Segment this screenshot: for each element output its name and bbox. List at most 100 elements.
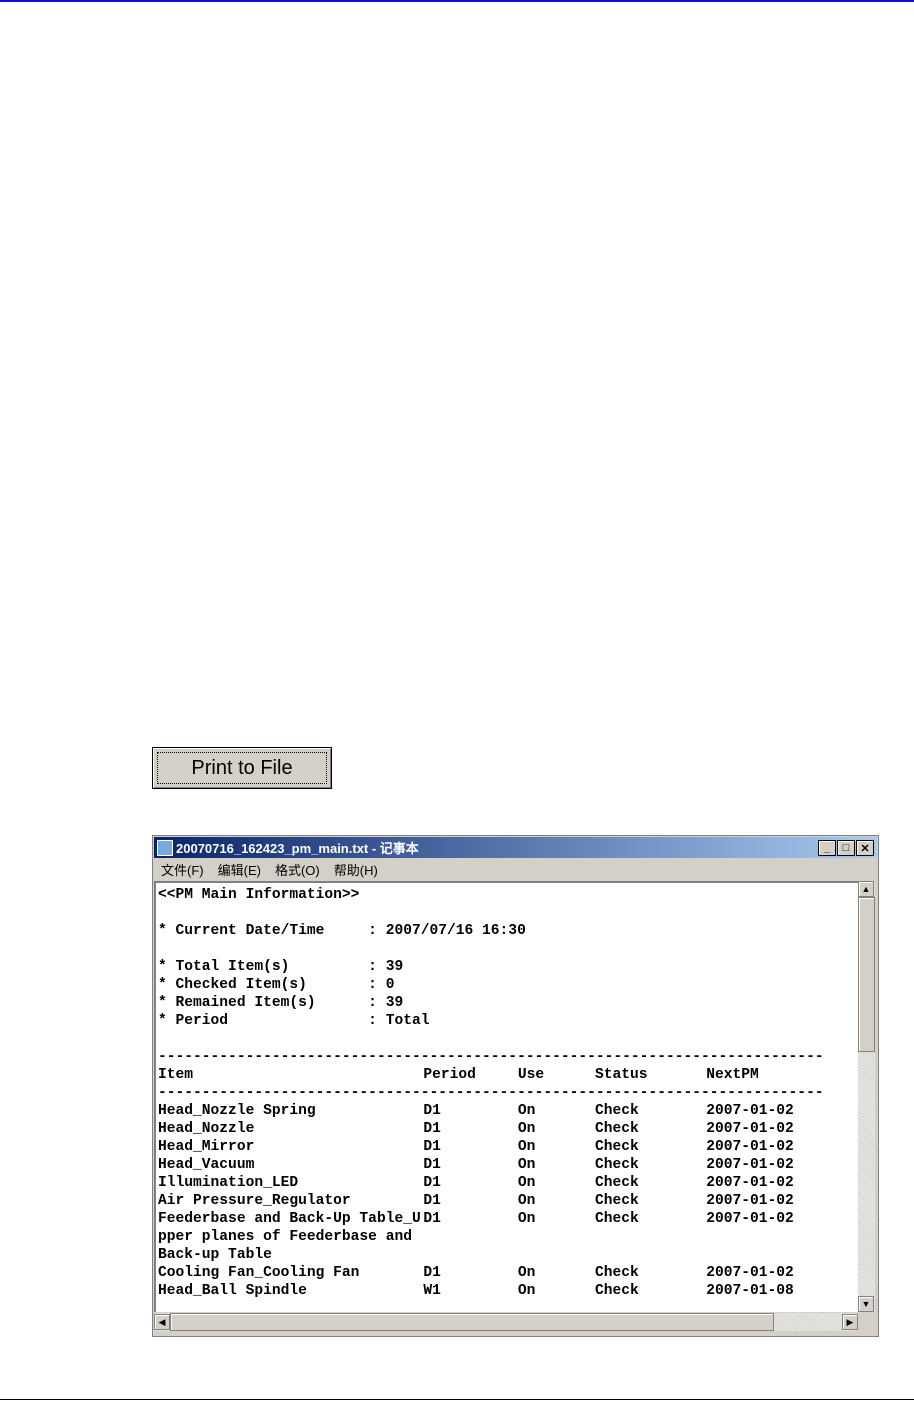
table-row: Cooling Fan_Cooling Fan D1 On Check 2007-01-… <box>158 1264 858 1282</box>
cell: D1 <box>423 1193 441 1209</box>
cell: pper planes of Feederbase and <box>158 1229 412 1245</box>
text-line: * Total Item(s) : 39 <box>158 959 404 975</box>
scroll-left-arrow-icon[interactable]: ◀ <box>154 1314 170 1330</box>
text-line: <<PM Main Information>> <box>158 887 360 903</box>
menu-format[interactable]: 格式(O) <box>275 860 320 879</box>
cell: On <box>517 1157 536 1173</box>
menu-bar: 文件(F) 编辑(E) 格式(O) 帮助(H) <box>154 859 385 880</box>
cell: ​ <box>595 1228 706 1246</box>
text-line: * Period : Total <box>158 1013 430 1029</box>
cell: Item <box>158 1067 194 1083</box>
minimize-button[interactable]: _ <box>818 840 836 856</box>
cell: 2007-01-02 <box>706 1103 794 1119</box>
cell: Status <box>594 1067 648 1083</box>
cell: Check <box>594 1157 639 1173</box>
text-line: ​ <box>158 940 858 958</box>
cell: 2007-01-02 <box>706 1193 794 1209</box>
text-line: * Current Date/Time : 2007/07/16 16:30 <box>158 923 526 939</box>
cell: Check <box>594 1103 639 1119</box>
cell: ​ <box>595 1246 706 1264</box>
text-line: * Remained Item(s) : 39 <box>158 995 404 1011</box>
table-row: Head_VacuumD1OnCheck2007-01-02​ <box>158 1156 858 1174</box>
cell: On <box>517 1211 536 1227</box>
maximize-button[interactable]: □ <box>837 840 855 856</box>
menu-help[interactable]: 帮助(H) <box>334 860 378 879</box>
menu-edit[interactable]: 编辑(E) <box>218 860 261 879</box>
cell: Illumination_LED <box>158 1175 299 1191</box>
cell: 2007-01-02 <box>706 1157 794 1173</box>
cell: 2007-01-02 <box>706 1265 794 1281</box>
title-bar[interactable]: 20070716_162423_pm_main.txt - 记事本 _ □ ✕ <box>154 837 877 858</box>
cell: Feederbase and Back-Up Table_U <box>158 1211 421 1227</box>
cell: On <box>517 1193 536 1209</box>
cell: D1 <box>423 1265 441 1281</box>
table-row: Head_NozzleD1OnCheck2007-01-02​ <box>158 1120 858 1138</box>
print-to-file-button[interactable]: Print to File <box>152 747 332 789</box>
horizontal-scrollbar[interactable]: ◀ ▶ <box>154 1313 858 1331</box>
close-button[interactable]: ✕ <box>856 840 874 856</box>
vertical-scroll-thumb[interactable] <box>858 897 875 1052</box>
cell: Check <box>594 1211 639 1227</box>
cell: On <box>517 1265 536 1281</box>
cell: 2007-01-02 <box>706 1121 794 1137</box>
cell: Air Pressure_Regulator <box>158 1193 351 1209</box>
cell: ​ <box>423 1246 518 1264</box>
table-row: Air Pressure_Regulator D1 On Check 2007-01-0… <box>158 1192 858 1210</box>
cell: Head_Mirror <box>158 1139 255 1155</box>
cell: Head_Vacuum <box>158 1157 255 1173</box>
divider-line: ----------------------------------------… <box>158 1049 824 1065</box>
menu-file[interactable]: 文件(F) <box>161 860 204 879</box>
cell: 2007-01-08 <box>706 1283 794 1299</box>
text-line: ​ <box>158 904 858 922</box>
table-row: Back-up Table​​​​​ <box>158 1246 858 1264</box>
table-row: Illumination_LEDD1OnCheck2007-01-02​ <box>158 1174 858 1192</box>
cell: Head_Nozzle Spring <box>158 1103 316 1119</box>
cell: Check <box>594 1121 639 1137</box>
scroll-up-arrow-icon[interactable]: ▲ <box>858 881 874 897</box>
window-title: 20070716_162423_pm_main.txt - 记事本 <box>176 841 419 856</box>
page-top-rule <box>0 0 914 2</box>
vertical-scrollbar[interactable]: ▲ ▼ <box>858 881 875 1312</box>
cell: W1 <box>423 1283 441 1299</box>
cell: On <box>517 1139 536 1155</box>
cell: On <box>517 1283 536 1299</box>
cell: Head_Ball Spindle <box>158 1283 307 1299</box>
table-row: Head_Nozzle SpringD1OnCheck2007-01-02​ <box>158 1102 858 1120</box>
scroll-right-arrow-icon[interactable]: ▶ <box>842 1314 858 1330</box>
cell: 2007-01-02 <box>706 1175 794 1191</box>
page-bottom-rule <box>0 1399 914 1400</box>
cell: D1 <box>423 1157 441 1173</box>
cell: Back-up Table <box>158 1247 272 1263</box>
cell: Head_Nozzle <box>158 1121 255 1137</box>
cell: ​ <box>518 1228 595 1246</box>
scroll-down-arrow-icon[interactable]: ▼ <box>858 1296 874 1312</box>
print-to-file-label: Print to File <box>157 752 327 784</box>
notepad-window: 20070716_162423_pm_main.txt - 记事本 _ □ ✕ … <box>152 835 879 1337</box>
table-row: Head_MirrorD1OnCheck2007-01-02​ <box>158 1138 858 1156</box>
cell: D1 <box>423 1175 441 1191</box>
cell: Period <box>423 1067 476 1083</box>
text-line: * Checked Item(s) : 0 <box>158 977 395 993</box>
cell: On <box>517 1121 536 1137</box>
table-row: Feederbase and Back-Up Table_U D1 On Check 2… <box>158 1210 858 1228</box>
notepad-icon <box>157 839 173 856</box>
column-header-row: ItemPeriodUseStatusNextPM​ <box>158 1066 858 1084</box>
text-area[interactable]: <<PM Main Information>>​* Current Date/T… <box>154 881 858 1312</box>
table-row: Head_Ball SpindleW1OnCheck2007-01-08​ <box>158 1282 858 1300</box>
cell: 2007-01-02 <box>706 1139 794 1155</box>
divider-line: ----------------------------------------… <box>158 1085 824 1101</box>
table-row: pper planes of Feederbase and​​​​​ <box>158 1228 858 1246</box>
cell: D1 <box>423 1139 441 1155</box>
horizontal-scroll-thumb[interactable] <box>170 1313 774 1331</box>
text-line: ​ <box>158 1030 858 1048</box>
cell: ​ <box>518 1246 595 1264</box>
cell: On <box>517 1175 536 1191</box>
cell: 2007-01-02 <box>706 1211 794 1227</box>
cell: Check <box>594 1283 639 1299</box>
cell: D1 <box>423 1211 441 1227</box>
cell: ​ <box>423 1228 518 1246</box>
cell: Check <box>594 1265 639 1281</box>
cell: Check <box>594 1175 639 1191</box>
cell: Check <box>594 1139 639 1155</box>
cell: NextPM <box>706 1067 759 1083</box>
